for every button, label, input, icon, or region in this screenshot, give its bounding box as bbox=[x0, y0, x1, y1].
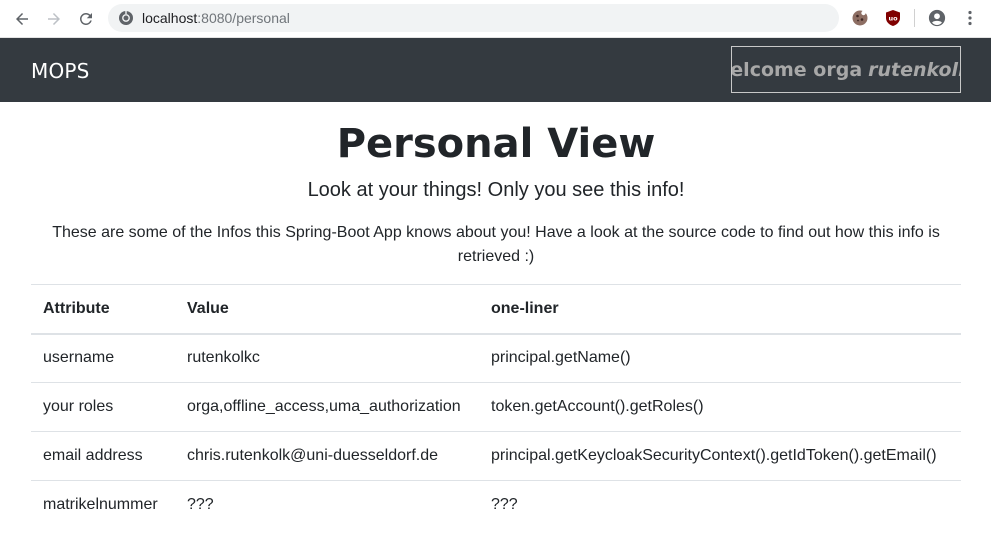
cell-value: chris.rutenkolk@uni-duesseldorf.de bbox=[175, 431, 479, 481]
menu-icon bbox=[968, 10, 972, 26]
table-row: username rutenkolkc principal.getName() bbox=[31, 333, 961, 383]
cell-value: rutenkolkc bbox=[175, 333, 479, 383]
url-text: localhost:8080/personal bbox=[142, 10, 290, 26]
address-bar[interactable]: localhost:8080/personal bbox=[108, 4, 839, 32]
site-info-icon[interactable] bbox=[118, 10, 134, 26]
table-header-row: Attribute Value one-liner bbox=[31, 284, 961, 335]
table-row: email address chris.rutenkolk@uni-duesse… bbox=[31, 431, 961, 481]
cell-one-liner: ??? bbox=[479, 480, 961, 530]
cookie-extension-icon bbox=[852, 10, 868, 26]
intro-text: These are some of the Infos this Spring-… bbox=[52, 224, 940, 265]
table-row: matrikelnummer ??? ??? bbox=[31, 480, 961, 530]
cell-attribute: username bbox=[31, 333, 175, 383]
table-row: your roles orga,offline_access,uma_autho… bbox=[31, 382, 961, 432]
reload-icon bbox=[79, 12, 92, 25]
ublock-button[interactable]: uo bbox=[884, 9, 902, 27]
cookie-extension-button[interactable] bbox=[851, 9, 869, 27]
welcome-username: rutenkolkc bbox=[868, 58, 960, 81]
profile-button[interactable] bbox=[928, 9, 946, 27]
back-button[interactable] bbox=[9, 6, 35, 32]
welcome-button[interactable]: Welcome orgarutenkolkc bbox=[731, 46, 961, 93]
cell-attribute: email address bbox=[31, 431, 175, 481]
ublock-icon: uo bbox=[886, 10, 900, 26]
welcome-text: Welcome orga bbox=[731, 58, 863, 81]
back-icon bbox=[16, 13, 28, 25]
profile-icon bbox=[928, 9, 946, 27]
svg-text:uo: uo bbox=[888, 15, 898, 23]
url-host: localhost bbox=[142, 10, 198, 26]
cell-attribute: your roles bbox=[31, 382, 175, 432]
cell-one-liner: token.getAccount().getRoles() bbox=[479, 382, 961, 432]
forward-button[interactable] bbox=[41, 6, 67, 32]
app-navbar: MOPS Welcome orgarutenkolkc bbox=[0, 38, 991, 102]
cell-one-liner: principal.getKeycloakSecurityContext().g… bbox=[479, 431, 961, 481]
reload-button[interactable] bbox=[73, 6, 99, 32]
page-title: Personal View bbox=[336, 121, 656, 167]
cell-value: ??? bbox=[175, 480, 479, 530]
brand-link[interactable]: MOPS bbox=[31, 59, 90, 83]
header-value: Value bbox=[175, 284, 479, 335]
page-subtitle: Look at your things! Only you see this i… bbox=[307, 179, 685, 201]
browser-toolbar: localhost:8080/personal uo bbox=[0, 0, 991, 38]
cell-one-liner: principal.getName() bbox=[479, 333, 961, 383]
header-attribute: Attribute bbox=[31, 284, 175, 335]
cell-value: orga,offline_access,uma_authorization bbox=[175, 382, 479, 432]
menu-button[interactable] bbox=[961, 9, 979, 27]
header-one-liner: one-liner bbox=[479, 284, 961, 335]
forward-icon bbox=[48, 13, 60, 25]
toolbar-divider bbox=[914, 9, 915, 27]
personal-info-table: Attribute Value one-liner username ruten… bbox=[31, 284, 961, 530]
url-path: :8080/personal bbox=[197, 10, 290, 26]
cell-attribute: matrikelnummer bbox=[31, 480, 175, 530]
